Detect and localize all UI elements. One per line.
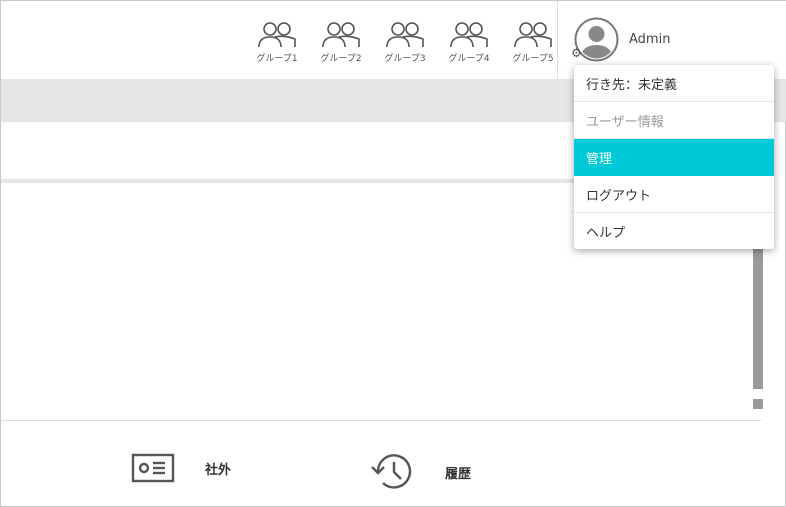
menu-item-destination[interactable]: 行き先：未定義 [574, 65, 774, 102]
app-window: グループ1 グループ2 グループ3 グループ4 グループ5 ⚙ Admin 社外… [0, 0, 786, 507]
group-label: グループ4 [448, 54, 490, 64]
external-button[interactable]: 社外 [131, 453, 231, 483]
group-button-5[interactable]: グループ5 [501, 21, 565, 64]
group-bar: グループ1 グループ2 グループ3 グループ4 グループ5 [245, 21, 565, 64]
user-menu-dropdown: 行き先：未定義 ユーザー情報 管理 ログアウト ヘルプ [574, 65, 774, 249]
history-button[interactable]: 履歴 [369, 451, 471, 493]
group-icon [386, 22, 424, 48]
group-button-3[interactable]: グループ3 [373, 21, 437, 64]
scrollbar[interactable] [753, 241, 763, 409]
group-button-4[interactable]: グループ4 [437, 21, 501, 64]
history-label: 履歴 [445, 466, 472, 482]
group-icon [514, 22, 552, 48]
scrollbar-end [753, 399, 763, 409]
group-label: グループ1 [256, 54, 298, 64]
menu-item-admin[interactable]: 管理 [574, 139, 774, 176]
header-divider [557, 1, 558, 79]
scrollbar-thumb[interactable] [753, 241, 763, 389]
history-icon [371, 454, 412, 489]
user-name[interactable]: Admin [629, 32, 670, 47]
group-icon [258, 22, 296, 48]
menu-item-logout[interactable]: ログアウト [574, 176, 774, 213]
group-label: グループ2 [320, 54, 362, 64]
group-label: グループ5 [512, 54, 554, 64]
gear-icon[interactable]: ⚙ [571, 46, 582, 60]
menu-header-user-info: ユーザー情報 [574, 102, 774, 139]
id-card-icon [131, 453, 175, 483]
group-button-2[interactable]: グループ2 [309, 21, 373, 64]
menu-item-help[interactable]: ヘルプ [574, 213, 774, 249]
group-icon [450, 22, 488, 48]
footer-divider [1, 420, 761, 421]
group-icon [322, 22, 360, 48]
group-label: グループ3 [384, 54, 426, 64]
external-label: 社外 [205, 462, 232, 478]
group-button-1[interactable]: グループ1 [245, 21, 309, 64]
